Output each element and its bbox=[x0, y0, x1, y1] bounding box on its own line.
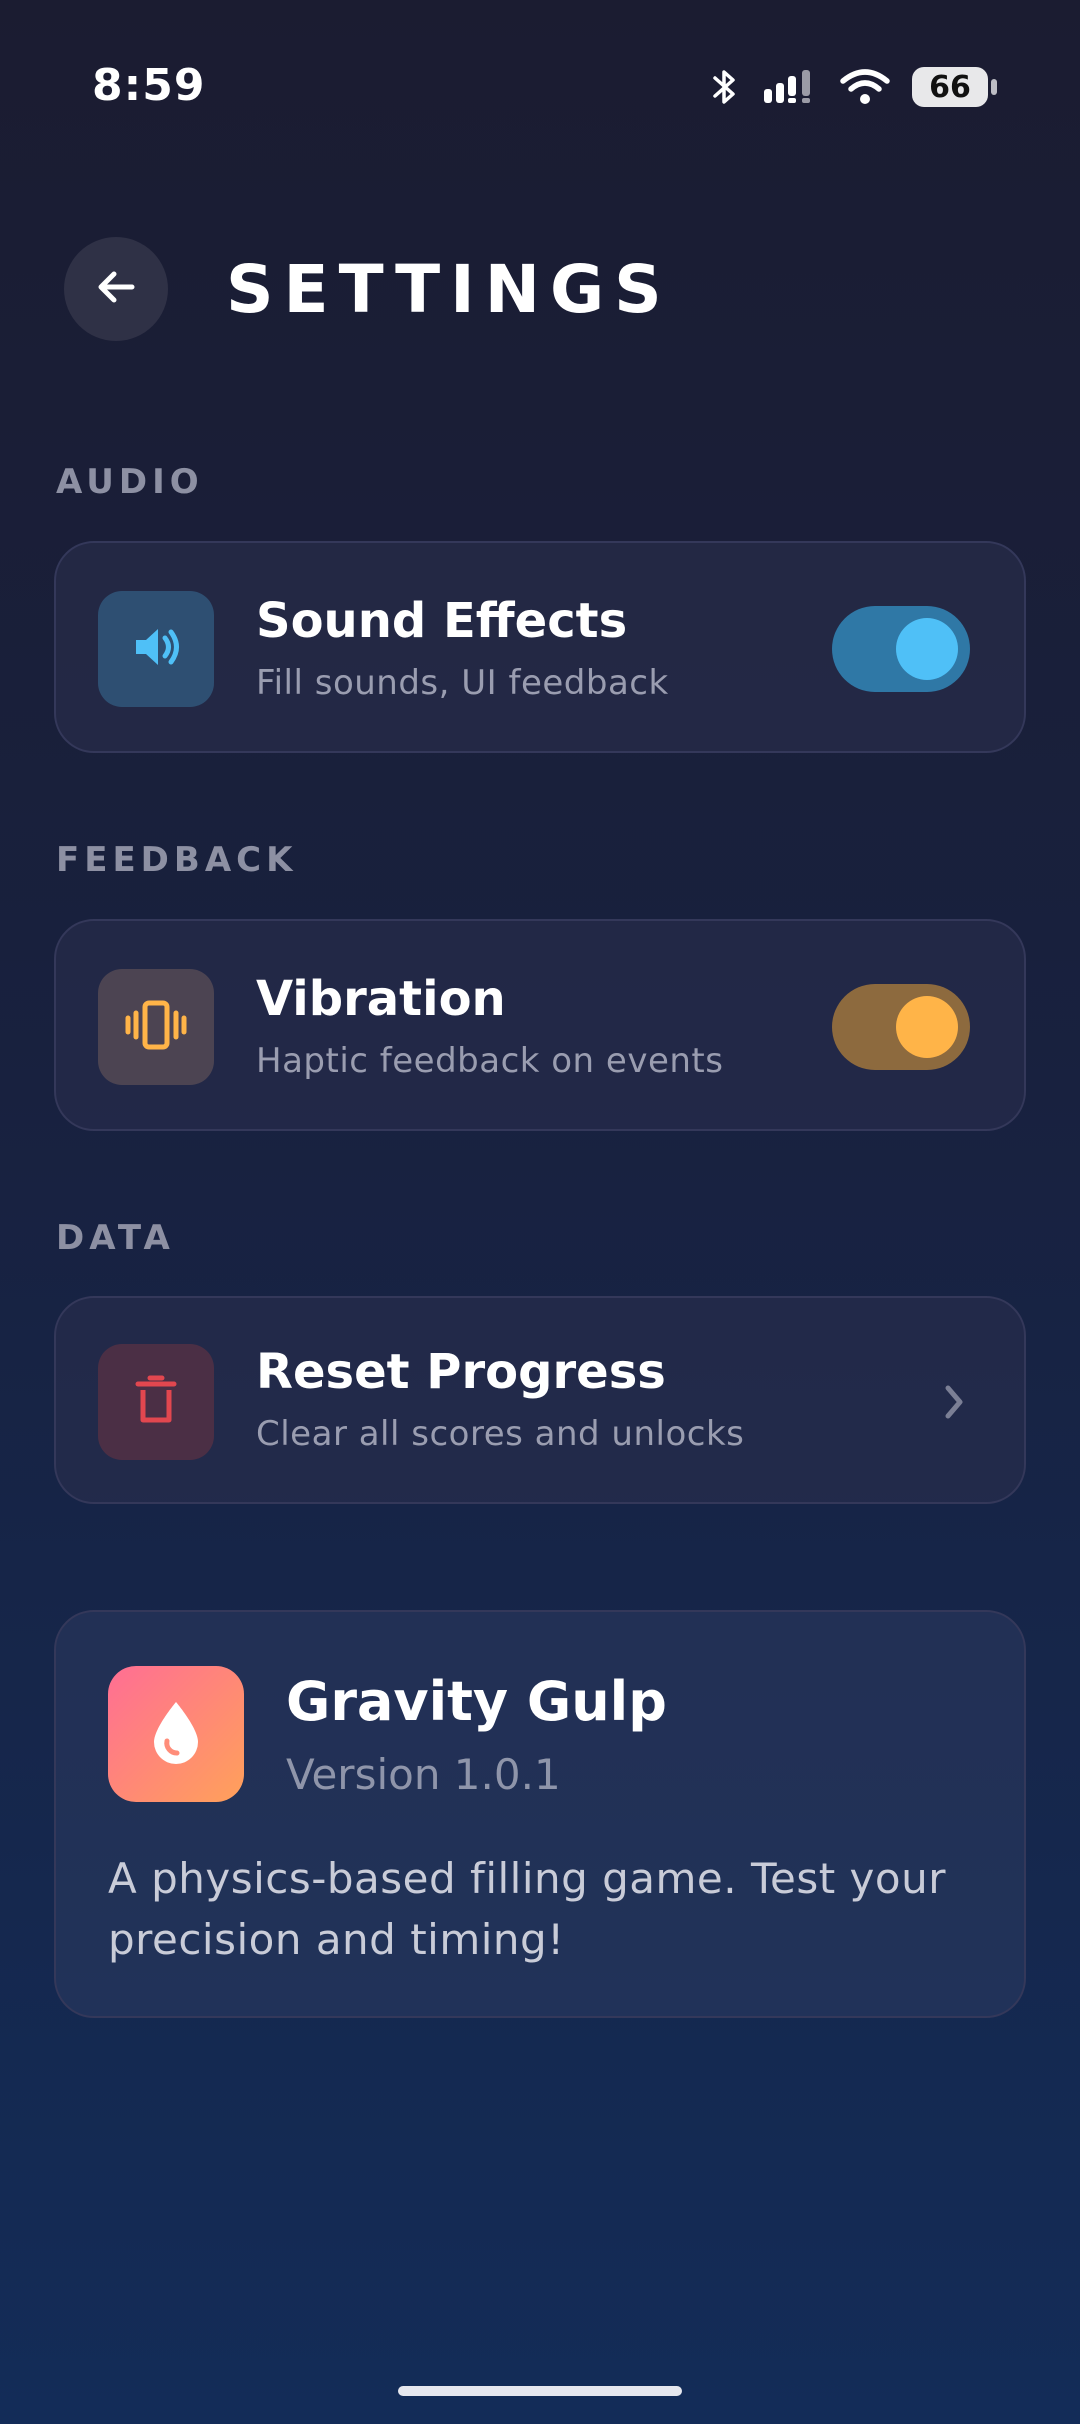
sound-effects-subtitle: Fill sounds, UI feedback bbox=[256, 663, 669, 703]
section-label-data: DATA bbox=[56, 1218, 175, 1258]
sound-icon-tile bbox=[98, 591, 214, 707]
signal-icon bbox=[762, 67, 818, 107]
toggle-knob bbox=[896, 996, 958, 1058]
vibration-title: Vibration bbox=[256, 971, 506, 1027]
app-description: A physics-based filling game. Test your … bbox=[108, 1854, 946, 1964]
vibration-row[interactable]: Vibration Haptic feedback on events bbox=[54, 919, 1026, 1131]
vibration-subtitle: Haptic feedback on events bbox=[256, 1041, 724, 1081]
section-label-audio: AUDIO bbox=[56, 462, 204, 502]
home-indicator[interactable] bbox=[398, 2386, 682, 2396]
sound-effects-toggle[interactable] bbox=[832, 606, 970, 692]
battery-indicator: 66 bbox=[912, 67, 997, 107]
section-label-feedback: FEEDBACK bbox=[56, 840, 298, 880]
reset-progress-row[interactable]: Reset Progress Clear all scores and unlo… bbox=[54, 1296, 1026, 1504]
reset-icon-tile bbox=[98, 1344, 214, 1460]
vibration-icon-tile bbox=[98, 969, 214, 1085]
reset-progress-title: Reset Progress bbox=[256, 1344, 666, 1400]
back-button[interactable] bbox=[64, 237, 168, 341]
reset-progress-subtitle: Clear all scores and unlocks bbox=[256, 1414, 745, 1454]
status-bar: 8:59 66 bbox=[0, 0, 1080, 180]
app-icon bbox=[108, 1666, 244, 1802]
bluetooth-icon bbox=[710, 67, 740, 107]
app-name: Gravity Gulp bbox=[286, 1670, 667, 1733]
about-card: Gravity Gulp Version 1.0.1 A physics-bas… bbox=[54, 1610, 1026, 2018]
toggle-knob bbox=[896, 618, 958, 680]
speaker-icon bbox=[128, 619, 184, 679]
droplet-icon bbox=[146, 1698, 206, 1770]
vibration-icon bbox=[124, 995, 188, 1059]
trash-icon bbox=[132, 1374, 180, 1430]
sound-effects-title: Sound Effects bbox=[256, 593, 628, 649]
vibration-toggle[interactable] bbox=[832, 984, 970, 1070]
status-icons: 66 bbox=[710, 62, 997, 112]
wifi-icon bbox=[840, 67, 890, 107]
status-time: 8:59 bbox=[92, 60, 206, 111]
page-title: SETTINGS bbox=[226, 250, 672, 328]
sound-effects-row[interactable]: Sound Effects Fill sounds, UI feedback bbox=[54, 541, 1026, 753]
app-version: Version 1.0.1 bbox=[286, 1750, 561, 1799]
arrow-left-icon bbox=[92, 263, 140, 315]
header: SETTINGS bbox=[64, 237, 672, 341]
chevron-right-icon bbox=[940, 1380, 968, 1428]
